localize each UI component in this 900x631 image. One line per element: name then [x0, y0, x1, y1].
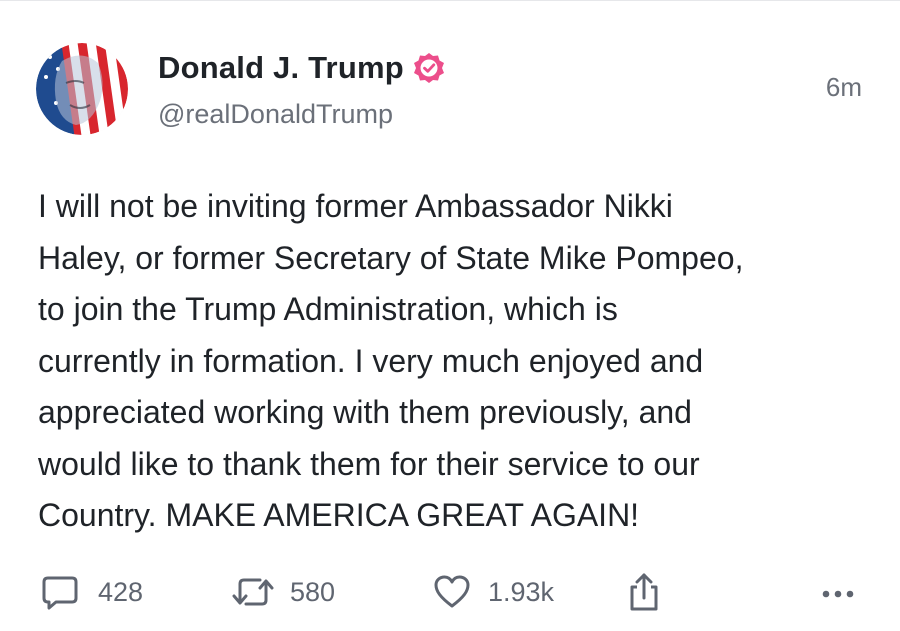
author-row: Donald J. Trump [158, 50, 446, 86]
retruth-icon [232, 578, 274, 606]
verified-badge-icon [413, 53, 444, 83]
retruth-count: 580 [290, 576, 336, 607]
comment-bubble-icon [42, 576, 78, 610]
post-text: I will not be inviting former Ambassador… [38, 188, 744, 533]
reply-button[interactable]: 428 [40, 572, 143, 612]
more-dots-icon [822, 590, 854, 598]
share-button[interactable] [624, 572, 664, 612]
action-bar: 428 580 1.93k [0, 572, 900, 612]
retruth-button[interactable]: 580 [230, 572, 335, 612]
like-count: 1.93k [488, 576, 555, 607]
heart-icon [434, 575, 470, 608]
flag-face-avatar-icon [36, 43, 128, 135]
like-button[interactable]: 1.93k [432, 572, 554, 612]
reply-count: 428 [98, 576, 144, 607]
more-options-button[interactable] [818, 572, 858, 612]
author-handle[interactable]: @realDonaldTrump [158, 99, 393, 130]
post-timestamp[interactable]: 6m [826, 72, 862, 103]
avatar[interactable] [36, 43, 128, 135]
top-divider [0, 0, 900, 1]
share-icon [630, 573, 658, 611]
author-name[interactable]: Donald J. Trump [158, 50, 404, 86]
